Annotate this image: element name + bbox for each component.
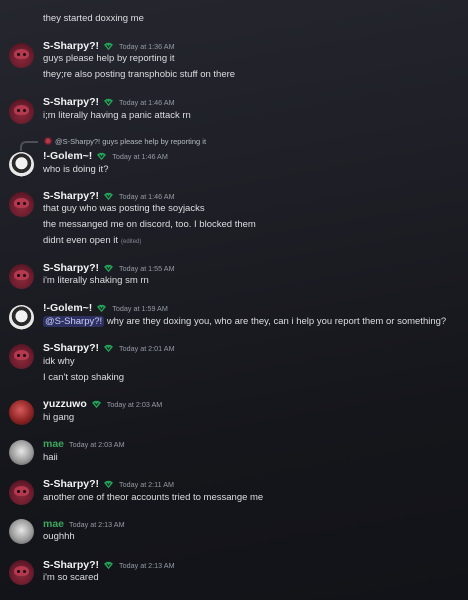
author-name[interactable]: S-Sharpy?! [43,96,99,108]
role-badge-icon[interactable] [96,304,107,313]
avatar[interactable] [9,43,34,68]
role-badge-icon[interactable] [103,344,114,353]
role-badge-icon[interactable] [103,98,114,107]
timestamp[interactable]: Today at 2:01 AM [119,344,175,353]
author-name[interactable]: S-Sharpy?! [43,342,99,354]
message-header: S-Sharpy?! Today at 2:01 AM [43,342,175,354]
message-header: !-Golem~! Today at 1:46 AM [43,150,168,162]
message-text: didnt even open it [43,235,119,246]
message-line: haii [43,452,58,463]
timestamp[interactable]: Today at 1:55 AM [119,264,175,273]
message-line: who is doing it? [43,164,109,175]
message-text: why are they doxing you, who are they, c… [106,316,447,327]
chat-message-list: they started doxxing me S-Sharpy?! Today… [0,0,468,600]
timestamp[interactable]: Today at 2:11 AM [119,480,174,489]
message-line: i'm literally shaking sm rn [43,275,149,286]
avatar[interactable] [9,152,34,177]
message-header: S-Sharpy?! Today at 2:11 AM [43,478,174,490]
avatar[interactable] [9,344,34,369]
message-line: idk why [43,356,75,367]
role-badge-icon[interactable] [91,400,102,409]
avatar[interactable] [9,440,34,465]
author-name[interactable]: S-Sharpy?! [43,190,99,202]
author-name[interactable]: S-Sharpy?! [43,40,99,52]
role-badge-icon[interactable] [103,264,114,273]
user-mention[interactable]: @S-Sharpy?! [43,316,105,327]
message-header: S-Sharpy?! Today at 2:13 AM [43,559,175,571]
message-line: they started doxxing me [43,13,144,24]
role-badge-icon[interactable] [103,480,114,489]
avatar[interactable] [9,192,34,217]
timestamp[interactable]: Today at 2:13 AM [69,520,125,529]
message-header: S-Sharpy?! Today at 1:36 AM [43,40,175,52]
timestamp[interactable]: Today at 1:46 AM [119,192,175,201]
timestamp[interactable]: Today at 1:59 AM [112,304,168,313]
timestamp[interactable]: Today at 2:03 AM [69,440,125,449]
message-header: yuzzuwo Today at 2:03 AM [43,398,162,410]
edited-label: (edited) [121,239,142,245]
message-line: they;re also posting transphobic stuff o… [43,69,236,80]
avatar[interactable] [9,560,34,585]
message-line: hi gang [43,412,75,423]
message-line: i;m literally having a panic attack rn [43,110,191,121]
author-name[interactable]: S-Sharpy?! [43,478,99,490]
author-name[interactable]: !-Golem~! [43,302,92,314]
author-name[interactable]: S-Sharpy?! [43,262,99,274]
message-header: S-Sharpy?! Today at 1:55 AM [43,262,175,274]
avatar[interactable] [9,480,34,505]
timestamp[interactable]: Today at 1:46 AM [119,98,175,107]
message-line: guys please help by reporting it [43,53,175,64]
role-badge-icon[interactable] [103,192,114,201]
author-name[interactable]: mae [43,518,64,530]
timestamp[interactable]: Today at 2:13 AM [119,561,175,570]
message-header: S-Sharpy?! Today at 1:46 AM [43,190,175,202]
message-header: S-Sharpy?! Today at 1:46 AM [43,96,175,108]
author-name[interactable]: mae [43,438,64,450]
timestamp[interactable]: Today at 1:46 AM [112,152,168,161]
role-badge-icon[interactable] [96,152,107,161]
author-name[interactable]: S-Sharpy?! [43,559,99,571]
message-line: the messanged me on discord, too. I bloc… [43,219,256,230]
message-header: mae Today at 2:03 AM [43,438,125,450]
timestamp[interactable]: Today at 2:03 AM [107,400,163,409]
message-line: oughhh [43,531,75,542]
role-badge-icon[interactable] [103,42,114,51]
message-line: another one of theor accounts tried to m… [43,492,264,503]
reply-reference[interactable]: @S-Sharpy?! guys please help by reportin… [44,136,206,146]
message-line: i'm so scared [43,572,99,583]
reply-text: @S-Sharpy?! guys please help by reportin… [55,136,207,146]
reply-avatar [44,137,52,145]
role-badge-icon[interactable] [103,561,114,570]
message-line: I can't stop shaking [43,372,125,383]
author-name[interactable]: !-Golem~! [43,150,92,162]
message-header: mae Today at 2:13 AM [43,518,125,530]
message-header: !-Golem~! Today at 1:59 AM [43,302,168,314]
message-line: that guy who was posting the soyjacks [43,203,205,214]
avatar[interactable] [9,519,34,544]
avatar[interactable] [9,99,34,124]
avatar[interactable] [9,264,34,289]
message-line: didnt even open it (edited) [43,235,141,248]
avatar[interactable] [9,400,34,425]
author-name[interactable]: yuzzuwo [43,398,87,410]
reply-connector [20,141,38,151]
avatar[interactable] [9,305,34,330]
message-line: @S-Sharpy?! why are they doxing you, who… [43,316,446,328]
timestamp[interactable]: Today at 1:36 AM [119,42,175,51]
